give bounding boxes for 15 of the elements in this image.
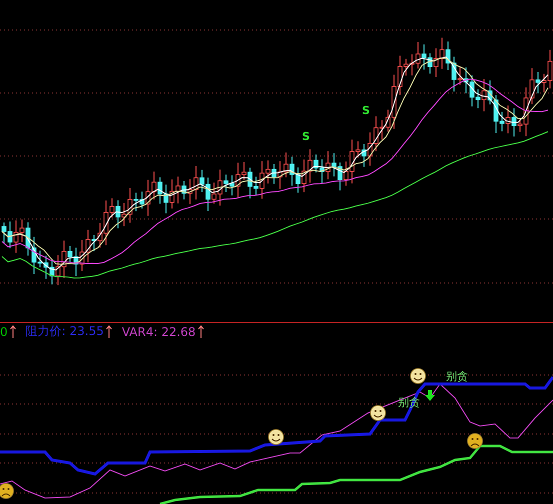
smiley-face-icon	[268, 429, 284, 445]
down-arrow-icon	[425, 390, 435, 401]
signal-label: 别贪	[446, 370, 468, 383]
legend-value: VAR4: 22.68	[122, 324, 196, 338]
sad-face-icon	[467, 433, 483, 449]
signal-label: S	[302, 130, 310, 143]
legend-value: 阻力价: 23.55	[26, 323, 104, 340]
up-arrow-icon	[10, 325, 16, 338]
smiley-face-icon	[370, 405, 386, 421]
sad-face-icon	[0, 483, 14, 499]
smiley-face-icon	[410, 368, 426, 384]
up-arrow-icon	[198, 325, 204, 338]
legend-value: 0	[0, 324, 8, 338]
signal-label: S	[362, 104, 370, 117]
up-arrow-icon	[106, 325, 112, 338]
